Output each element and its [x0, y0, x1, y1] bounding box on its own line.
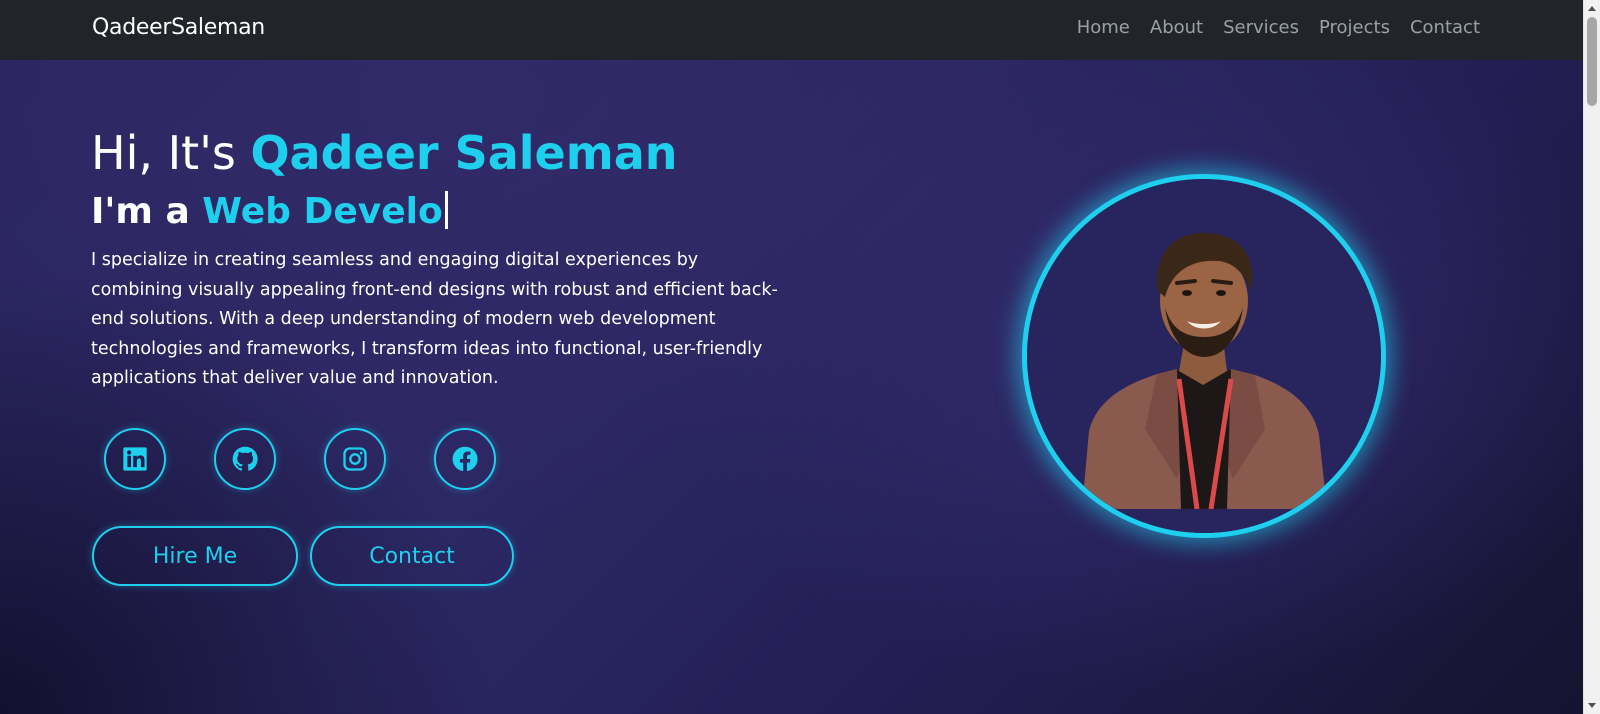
social-links [104, 428, 496, 490]
nav-links: Home About Services Projects Contact [1077, 16, 1480, 40]
nav-link-services[interactable]: Services [1223, 16, 1299, 40]
scroll-up-arrow-icon[interactable] [1588, 6, 1596, 11]
nav-link-about[interactable]: About [1150, 16, 1203, 40]
nav-link-contact[interactable]: Contact [1410, 16, 1480, 40]
github-icon [232, 446, 258, 471]
hero-headline: Hi, It's Qadeer Saleman [91, 124, 677, 182]
nav-link-projects[interactable]: Projects [1319, 16, 1390, 40]
scroll-thumb[interactable] [1587, 17, 1597, 106]
profile-photo [1022, 174, 1386, 538]
facebook-link[interactable] [434, 428, 496, 490]
greeting-text: Hi, It's [91, 126, 251, 180]
nav-link-home[interactable]: Home [1077, 16, 1130, 40]
linkedin-icon [123, 447, 147, 471]
page-scrollbar[interactable] [1583, 0, 1600, 714]
contact-button[interactable]: Contact [310, 526, 514, 586]
profile-portrait-image [1027, 179, 1381, 533]
role-prefix: I'm a [91, 191, 203, 232]
scroll-down-arrow-icon[interactable] [1588, 703, 1596, 708]
facebook-icon [452, 446, 478, 472]
hero-section: Hi, It's Qadeer Saleman I'm a Web Develo… [0, 60, 1583, 714]
hire-me-button[interactable]: Hire Me [92, 526, 298, 586]
hero-name: Qadeer Saleman [250, 126, 678, 180]
hero-bio: I specialize in creating seamless and en… [91, 250, 778, 388]
github-link[interactable] [214, 428, 276, 490]
typed-role: Web Develo [202, 191, 443, 232]
brand-logo[interactable]: QadeerSaleman [92, 14, 265, 42]
linkedin-link[interactable] [104, 428, 166, 490]
typing-cursor [444, 191, 448, 229]
instagram-link[interactable] [324, 428, 386, 490]
hero-subheadline: I'm a Web Develo [91, 188, 448, 236]
instagram-icon [343, 447, 367, 471]
navbar: QadeerSaleman Home About Services Projec… [0, 0, 1583, 60]
cta-buttons: Hire Me Contact [92, 526, 514, 586]
